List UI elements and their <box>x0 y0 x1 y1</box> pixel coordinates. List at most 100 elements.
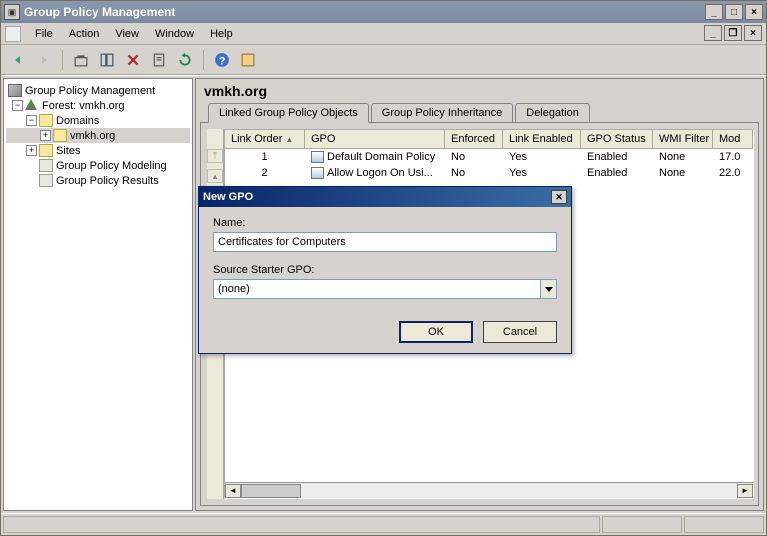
gpo-link-icon <box>311 167 324 179</box>
gpm-icon <box>8 84 22 97</box>
tree-panel[interactable]: Group Policy Management − Forest: vmkh.o… <box>3 78 193 511</box>
tree-forest[interactable]: − Forest: vmkh.org <box>6 98 190 113</box>
app-icon: ▣ <box>4 4 20 20</box>
mdi-close-button[interactable]: × <box>744 25 762 41</box>
cell-enforced: No <box>445 165 503 181</box>
maximize-button[interactable]: □ <box>725 4 743 20</box>
scroll-track[interactable] <box>241 484 737 498</box>
back-button[interactable] <box>7 49 29 71</box>
titlebar: ▣ Group Policy Management _ □ × <box>1 1 766 23</box>
cell-link-enabled: Yes <box>503 165 581 181</box>
expand-icon[interactable]: + <box>26 145 37 156</box>
tree-domain-label: vmkh.org <box>70 130 115 142</box>
col-wmi-filter[interactable]: WMI Filter <box>653 130 713 149</box>
grid-header: Link Order▲ GPO Enforced Link Enabled GP… <box>225 130 753 149</box>
window-title: Group Policy Management <box>24 5 705 19</box>
folder-icon <box>39 114 53 127</box>
scroll-left-button[interactable]: ◄ <box>225 484 241 498</box>
status-pane-1 <box>602 516 682 533</box>
name-label: Name: <box>213 217 557 229</box>
tree-modeling-label: Group Policy Modeling <box>56 160 167 172</box>
menubar: File Action View Window Help _ ❐ × <box>1 23 766 45</box>
table-row[interactable]: 1 Default Domain Policy No Yes Enabled N… <box>225 149 753 165</box>
menu-view[interactable]: View <box>107 26 147 42</box>
status-pane-main <box>3 516 600 533</box>
scroll-thumb[interactable] <box>241 484 301 498</box>
dialog-title: New GPO <box>203 191 551 203</box>
sort-asc-icon: ▲ <box>285 135 293 144</box>
cell-wmi: None <box>653 149 713 165</box>
tree-forest-label: Forest: vmkh.org <box>42 100 125 112</box>
forest-icon <box>25 99 39 112</box>
close-button[interactable]: × <box>745 4 763 20</box>
cell-mod: 22.0 <box>713 165 753 181</box>
col-link-enabled[interactable]: Link Enabled <box>503 130 581 149</box>
tree-results[interactable]: Group Policy Results <box>6 173 190 188</box>
cancel-button[interactable]: Cancel <box>483 321 557 343</box>
cell-order: 2 <box>225 165 305 181</box>
page-title: vmkh.org <box>204 83 755 99</box>
menu-help[interactable]: Help <box>202 26 241 42</box>
col-enforced[interactable]: Enforced <box>445 130 503 149</box>
name-input[interactable] <box>213 232 557 252</box>
cell-link-enabled: Yes <box>503 149 581 165</box>
options-button[interactable] <box>237 49 259 71</box>
collapse-icon[interactable]: − <box>12 100 23 111</box>
collapse-icon[interactable]: − <box>26 115 37 126</box>
table-row[interactable]: 2 Allow Logon On Usi... No Yes Enabled N… <box>225 165 753 181</box>
tree-sites[interactable]: + Sites <box>6 143 190 158</box>
col-link-order[interactable]: Link Order▲ <box>225 130 305 149</box>
starter-gpo-combo[interactable]: (none) <box>213 279 557 299</box>
toolbar-separator <box>203 50 204 70</box>
up-button[interactable] <box>70 49 92 71</box>
move-top-button[interactable]: ⤒ <box>207 149 223 163</box>
cell-wmi: None <box>653 165 713 181</box>
col-modified[interactable]: Mod <box>713 130 753 149</box>
cell-status: Enabled <box>581 165 653 181</box>
svg-text:?: ? <box>219 55 226 67</box>
tree-sites-label: Sites <box>56 145 80 157</box>
tab-inheritance[interactable]: Group Policy Inheritance <box>371 103 513 123</box>
forward-button[interactable] <box>33 49 55 71</box>
tree-domains[interactable]: − Domains <box>6 113 190 128</box>
col-gpo[interactable]: GPO <box>305 130 445 149</box>
tree-root[interactable]: Group Policy Management <box>6 83 190 98</box>
minimize-button[interactable]: _ <box>705 4 723 20</box>
properties-button[interactable] <box>148 49 170 71</box>
menu-action[interactable]: Action <box>61 26 108 42</box>
refresh-button[interactable] <box>174 49 196 71</box>
horizontal-scrollbar[interactable]: ◄ ► <box>225 482 753 498</box>
cell-mod: 17.0 <box>713 149 753 165</box>
expand-icon[interactable]: + <box>40 130 51 141</box>
tree-domain-vmkh[interactable]: + vmkh.org <box>6 128 190 143</box>
starter-gpo-value: (none) <box>214 283 540 295</box>
col-gpo-status[interactable]: GPO Status <box>581 130 653 149</box>
tree-modeling[interactable]: Group Policy Modeling <box>6 158 190 173</box>
toolbar: ? <box>1 45 766 75</box>
ok-button[interactable]: OK <box>399 321 473 343</box>
dialog-close-button[interactable]: ✕ <box>551 190 567 204</box>
mdi-icon <box>5 26 21 42</box>
scroll-right-button[interactable]: ► <box>737 484 753 498</box>
tab-linked-gpo[interactable]: Linked Group Policy Objects <box>208 103 369 123</box>
dialog-titlebar: New GPO ✕ <box>199 187 571 207</box>
tree-results-label: Group Policy Results <box>56 175 159 187</box>
mdi-minimize-button[interactable]: _ <box>704 25 722 41</box>
cell-enforced: No <box>445 149 503 165</box>
tab-bar: Linked Group Policy Objects Group Policy… <box>204 103 755 123</box>
delete-button[interactable] <box>122 49 144 71</box>
cell-status: Enabled <box>581 149 653 165</box>
starter-gpo-label: Source Starter GPO: <box>213 264 557 276</box>
menu-file[interactable]: File <box>27 26 61 42</box>
sites-icon <box>39 144 53 157</box>
show-hide-tree-button[interactable] <box>96 49 118 71</box>
cell-order: 1 <box>225 149 305 165</box>
mdi-restore-button[interactable]: ❐ <box>724 25 742 41</box>
help-button[interactable]: ? <box>211 49 233 71</box>
dropdown-button[interactable] <box>540 280 556 298</box>
menu-window[interactable]: Window <box>147 26 202 42</box>
tab-delegation[interactable]: Delegation <box>515 103 590 123</box>
new-gpo-dialog: New GPO ✕ Name: Source Starter GPO: (non… <box>198 186 572 354</box>
status-pane-2 <box>684 516 764 533</box>
move-up-button[interactable]: ▲ <box>207 169 223 183</box>
